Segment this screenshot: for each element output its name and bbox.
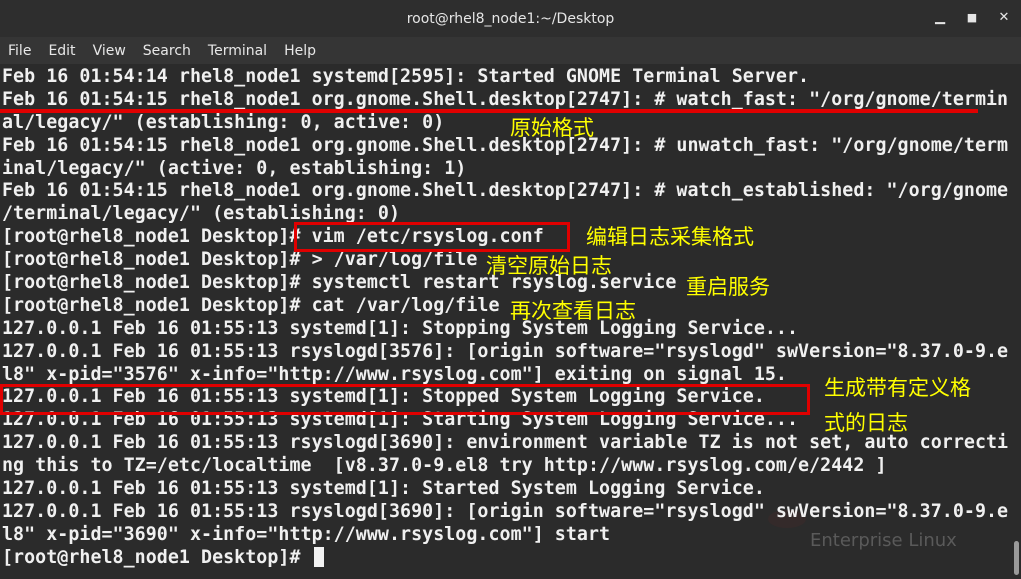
terminal-line: 127.0.0.1 Feb 16 01:55:13 rsyslogd[3690]… [2,500,1009,522]
window-title: root@rhel8_node1:~/Desktop [406,10,615,27]
terminal-scrollbar[interactable] [1012,64,1021,579]
annotation-custom-format-1: 生成带有定义格 [824,376,971,400]
terminal-line: inal/legacy/" (active: 0, establishing: … [2,157,467,179]
menu-file[interactable]: File [0,43,40,59]
menu-edit[interactable]: Edit [40,43,84,59]
menu-bar: File Edit View Search Terminal Help [0,37,1021,64]
menu-terminal[interactable]: Terminal [200,43,276,59]
terminal-line: al/legacy/" (establishing: 0, active: 0) [2,111,445,133]
annotation-restart-service: 重启服务 [686,275,770,299]
close-icon[interactable]: ✕ [992,8,1016,28]
terminal-line: ng this to TZ=/etc/localtime [v8.37.0-9.… [2,455,887,477]
annotation-box-vim [294,222,570,252]
terminal-output: Feb 16 01:54:14 rhel8_node1 systemd[2595… [2,66,1010,570]
terminal-area[interactable]: Enterprise Linux Feb 16 01:54:14 rhel8_n… [0,64,1021,579]
terminal-line: Feb 16 01:54:15 rhel8_node1 org.gnome.Sh… [2,134,1009,156]
annotation-custom-format-2: 式的日志 [824,411,908,435]
terminal-prompt: [root@rhel8_node1 Desktop]# [2,546,312,568]
terminal-line: Feb 16 01:54:15 rhel8_node1 org.gnome.Sh… [2,180,1009,202]
annotation-clear-log: 清空原始日志 [486,254,612,278]
terminal-line: 127.0.0.1 Feb 16 01:55:13 systemd[1]: St… [2,317,799,339]
window-titlebar[interactable]: root@rhel8_node1:~/Desktop ▁ ■ ✕ [0,0,1021,37]
annotation-original-format: 原始格式 [510,116,594,140]
terminal-line: 127.0.0.1 Feb 16 01:55:13 rsyslogd[3576]… [2,340,1009,362]
terminal-line: [root@rhel8_node1 Desktop]# cat /var/log… [2,294,500,316]
terminal-line: l8" x-pid="3690" x-info="http://www.rsys… [2,523,611,545]
annotation-box-stopped [0,384,810,415]
annotation-edit-format: 编辑日志采集格式 [586,225,754,249]
minimize-icon[interactable]: ▁ [928,8,952,28]
scrollbar-thumb[interactable] [1014,541,1019,575]
annotation-view-again: 再次查看日志 [510,299,636,323]
terminal-prompt-line[interactable]: [root@rhel8_node1 Desktop]# [2,546,1010,570]
terminal-line: Feb 16 01:54:14 rhel8_node1 systemd[2595… [2,66,810,87]
terminal-line: 127.0.0.1 Feb 16 01:55:13 systemd[1]: St… [2,478,765,500]
menu-help[interactable]: Help [276,43,325,59]
annotation-underline [0,109,978,113]
terminal-cursor [313,546,324,567]
menu-view[interactable]: View [85,43,135,59]
menu-search[interactable]: Search [135,43,200,59]
maximize-icon[interactable]: ■ [960,8,984,28]
